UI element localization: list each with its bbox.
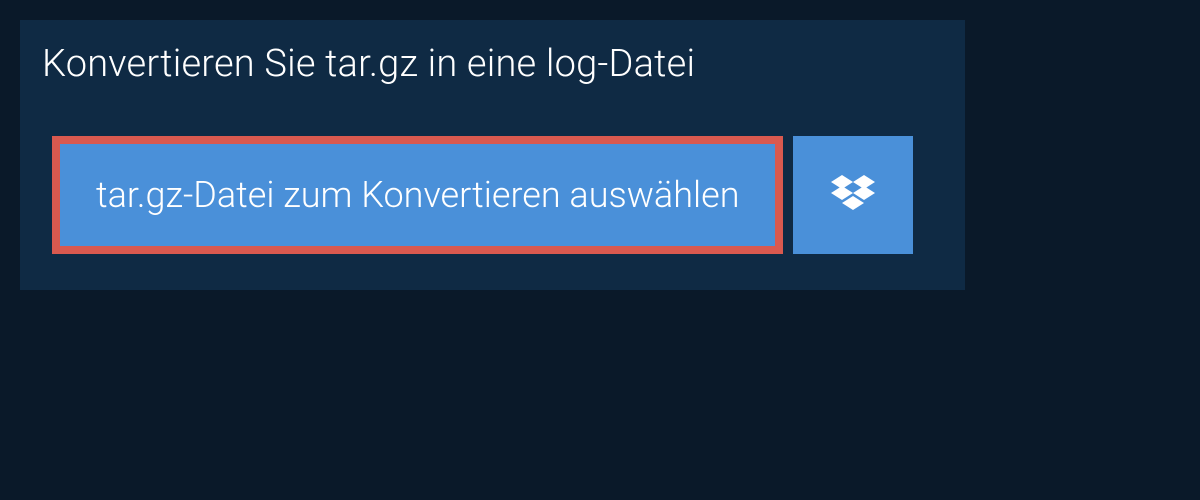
select-file-label: tar.gz-Datei zum Konvertieren auswählen — [96, 174, 739, 216]
select-file-highlight: tar.gz-Datei zum Konvertieren auswählen — [52, 136, 783, 254]
page-title: Konvertieren Sie tar.gz in eine log-Date… — [42, 42, 788, 86]
dropbox-upload-button[interactable] — [793, 136, 913, 254]
upload-button-row: tar.gz-Datei zum Konvertieren auswählen — [20, 108, 965, 290]
converter-panel: Konvertieren Sie tar.gz in eine log-Date… — [20, 20, 965, 290]
title-bar: Konvertieren Sie tar.gz in eine log-Date… — [20, 20, 810, 108]
dropbox-icon — [831, 175, 875, 215]
select-file-button[interactable]: tar.gz-Datei zum Konvertieren auswählen — [60, 144, 775, 246]
